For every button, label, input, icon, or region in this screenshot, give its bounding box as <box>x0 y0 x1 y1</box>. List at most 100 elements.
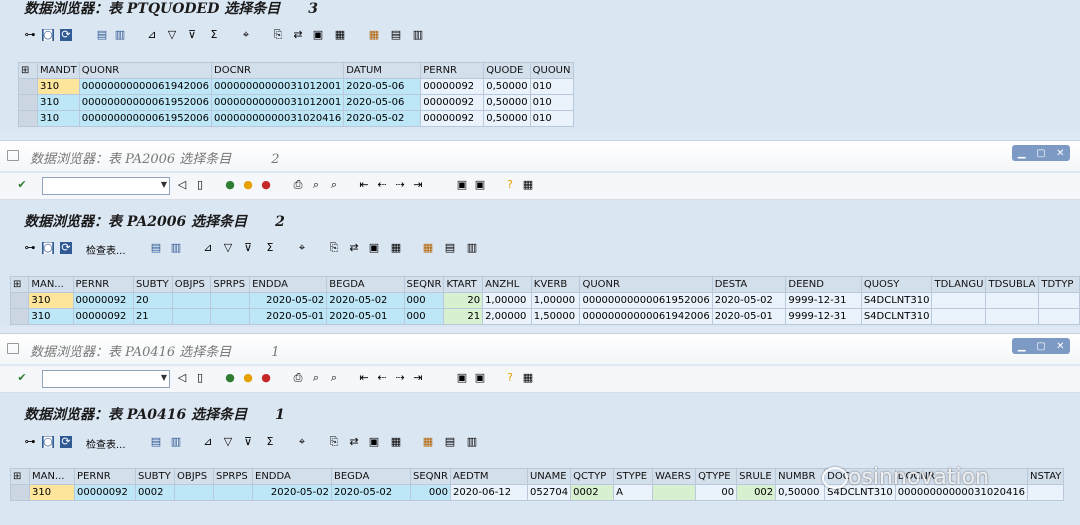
select-all-cell[interactable]: ⊞ <box>10 468 30 485</box>
print-icon[interactable]: ⎙ <box>292 372 304 384</box>
col-header[interactable]: MAN... <box>28 276 74 293</box>
customize-icon[interactable]: ▦ <box>522 372 534 384</box>
select-all-icon[interactable]: ▤ <box>150 436 162 448</box>
col-header[interactable]: MAN... <box>29 468 75 485</box>
find-icon[interactable]: ⌕ <box>310 179 322 191</box>
deselect-all-icon[interactable]: ▥ <box>170 436 182 448</box>
layout-icon[interactable]: ▦ <box>334 29 346 41</box>
views-icon[interactable]: ⇄ <box>292 29 304 41</box>
filter-off-icon[interactable]: ⊽ <box>242 436 254 448</box>
col-header[interactable]: TDTYP <box>1038 276 1080 293</box>
col-header[interactable]: QUONR <box>78 62 213 79</box>
find-next-icon[interactable]: ⌕ <box>328 179 340 191</box>
chevron-down-icon[interactable]: ▼ <box>161 180 167 189</box>
col-header[interactable]: OBJPS <box>174 468 214 485</box>
col-header[interactable]: DATUM <box>343 62 422 79</box>
exit-icon[interactable]: ● <box>242 372 254 384</box>
grid-choose-icon[interactable]: ▤ <box>444 436 456 448</box>
detail-icon[interactable]: ◙ <box>42 29 54 41</box>
col-header[interactable]: SUBTY <box>132 276 173 293</box>
sum-icon[interactable]: Σ <box>208 29 220 41</box>
col-header[interactable]: KTART <box>443 276 484 293</box>
col-header[interactable]: QUODE <box>483 62 531 79</box>
save-icon[interactable]: ▯ <box>194 179 206 191</box>
grid-save-icon[interactable]: ▥ <box>412 29 424 41</box>
cancel-icon[interactable]: ● <box>260 372 272 384</box>
col-header[interactable]: SPRPS <box>213 468 253 485</box>
col-header[interactable]: STYPE <box>613 468 654 485</box>
select-all-icon[interactable]: ▤ <box>150 242 162 254</box>
customize-icon[interactable]: ▦ <box>522 179 534 191</box>
table-row[interactable]: 310 00000092 21 2020-05-01 2020-05-01 00… <box>9 308 1080 325</box>
filter-icon[interactable]: ▽ <box>222 436 234 448</box>
col-header[interactable]: NUMBR <box>775 468 826 485</box>
last-page-icon[interactable]: ⇥ <box>412 372 424 384</box>
col-header[interactable]: OBJPS <box>171 276 212 293</box>
glasses-icon[interactable]: ⊶ <box>24 29 36 41</box>
last-page-icon[interactable]: ⇥ <box>412 179 424 191</box>
col-header[interactable]: UNAME <box>526 468 572 485</box>
command-field[interactable]: ▼ <box>42 177 170 195</box>
col-header[interactable]: PERNR <box>420 62 485 79</box>
col-header[interactable]: QUOSY <box>860 276 933 293</box>
next-page-icon[interactable]: ⇢ <box>394 372 406 384</box>
select-all-cell[interactable]: ⊞ <box>18 62 38 79</box>
enter-icon[interactable]: ✔ <box>16 372 28 384</box>
glasses-icon[interactable]: ⊶ <box>24 436 36 448</box>
sort-asc-icon[interactable]: ⊿ <box>202 436 214 448</box>
filter-icon[interactable]: ▽ <box>222 242 234 254</box>
close-icon[interactable]: ✕ <box>1053 148 1067 159</box>
col-header[interactable]: SRULE <box>736 468 777 485</box>
col-header[interactable]: SEQNR <box>403 276 445 293</box>
maximize-icon[interactable]: ▢ <box>1034 341 1048 352</box>
col-header[interactable]: DEEND <box>785 276 862 293</box>
sum-icon[interactable]: Σ <box>264 436 276 448</box>
help-icon[interactable]: ? <box>504 372 516 384</box>
back-arrow-icon[interactable]: ◁ <box>176 179 188 191</box>
prev-page-icon[interactable]: ⇠ <box>376 372 388 384</box>
filter-icon[interactable]: ▽ <box>166 29 178 41</box>
views-icon[interactable]: ⇄ <box>348 242 360 254</box>
back-icon[interactable]: ● <box>224 372 236 384</box>
row-selector[interactable] <box>9 292 30 309</box>
find-icon[interactable]: ⌕ <box>310 372 322 384</box>
grid-save-icon[interactable]: ▥ <box>466 436 478 448</box>
layout-icon[interactable]: ▦ <box>390 242 402 254</box>
col-header[interactable]: QCTYP <box>570 468 615 485</box>
row-selector[interactable] <box>18 110 38 127</box>
find-next-icon[interactable]: ⌕ <box>328 372 340 384</box>
views-icon[interactable]: ⇄ <box>348 436 360 448</box>
export-icon[interactable]: ⎘ <box>328 436 340 448</box>
help-icon[interactable]: ? <box>504 179 516 191</box>
grid-icon[interactable]: ▦ <box>368 29 380 41</box>
col-header[interactable]: QUOUN <box>529 62 574 79</box>
minimize-icon[interactable]: ▁ <box>1015 148 1029 159</box>
col-header[interactable]: KVERB <box>530 276 581 293</box>
row-selector[interactable] <box>18 94 38 111</box>
deselect-all-icon[interactable]: ▥ <box>170 242 182 254</box>
table-row[interactable]: 310 00000092 20 2020-05-02 2020-05-02 00… <box>9 292 1080 309</box>
new-session-icon[interactable]: ▣ <box>456 179 468 191</box>
refresh-icon[interactable]: ⟳ <box>60 29 72 41</box>
prev-page-icon[interactable]: ⇠ <box>376 179 388 191</box>
col-header[interactable]: NSTAY <box>1027 468 1065 485</box>
new-session-icon[interactable]: ▣ <box>456 372 468 384</box>
print-icon[interactable]: ⎙ <box>292 179 304 191</box>
glasses-icon[interactable]: ⊶ <box>24 242 36 254</box>
enter-icon[interactable]: ✔ <box>16 179 28 191</box>
save-icon[interactable]: ▯ <box>194 372 206 384</box>
col-header[interactable]: SUBTY <box>135 468 175 485</box>
chevron-down-icon[interactable]: ▼ <box>161 373 167 382</box>
back-icon[interactable]: ● <box>224 179 236 191</box>
col-header[interactable]: BEGDA <box>326 276 405 293</box>
row-selector[interactable] <box>10 484 30 501</box>
maximize-icon[interactable]: ▢ <box>1034 148 1048 159</box>
shortcut-icon[interactable]: ▣ <box>474 372 486 384</box>
filter-off-icon[interactable]: ⊽ <box>186 29 198 41</box>
deselect-all-icon[interactable]: ▥ <box>114 29 126 41</box>
export-file-icon[interactable]: ▣ <box>368 436 380 448</box>
print-preview-icon[interactable]: ⌖ <box>296 436 308 448</box>
print-preview-icon[interactable]: ⌖ <box>240 29 252 41</box>
col-header[interactable]: BEGDA <box>331 468 411 485</box>
col-header[interactable]: QUONR <box>579 276 713 293</box>
